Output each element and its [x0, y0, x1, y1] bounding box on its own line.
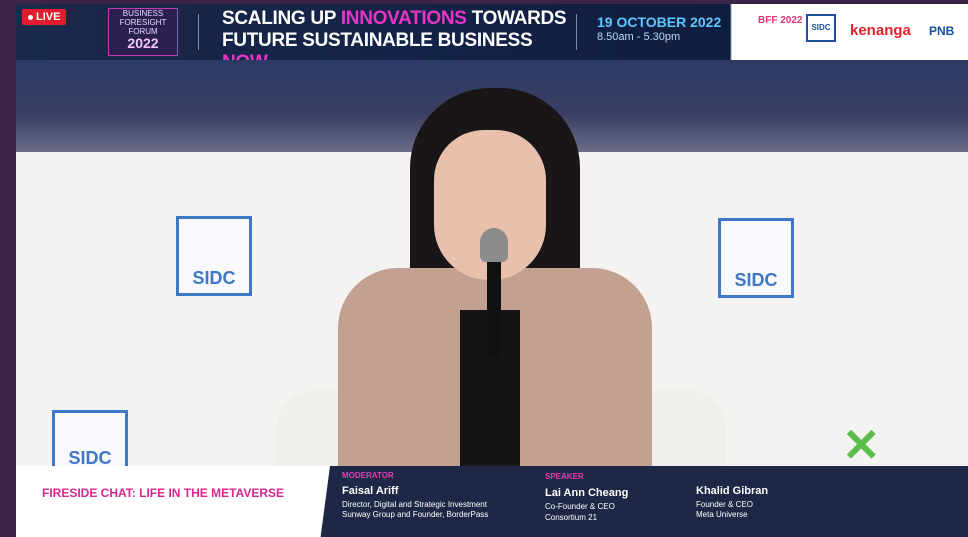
speaker2-title: Founder & CEO: [696, 500, 753, 509]
bff-x-mark: ✕: [842, 419, 881, 466]
speaker1-org: Consortium 21: [545, 513, 598, 522]
speaker1-name: Lai Ann Cheang: [545, 487, 629, 499]
backdrop-sidc-logo: SIDC: [52, 410, 128, 466]
backdrop-sidc-logo: SIDC: [718, 218, 794, 298]
moderator-name: Faisal Ariff: [342, 485, 399, 497]
event-date: 19 OCTOBER 2022: [597, 14, 722, 30]
moderator-org: Sunway Group and Founder, BorderPass: [342, 510, 489, 519]
video-feed[interactable]: SIDC SIDC SIDC ✕: [16, 60, 968, 466]
backdrop-sidc-logo: SIDC: [176, 216, 252, 296]
live-dot-icon: [28, 14, 33, 20]
banner-divider: [198, 14, 199, 50]
moderator-role: MODERATOR: [342, 471, 394, 480]
speaker1-title: Co-Founder & CEO: [545, 502, 615, 511]
sponsor-bff-logo: BFF 2022: [758, 15, 803, 26]
session-title-box: [16, 466, 330, 537]
event-time: 8.50am - 5.30pm: [597, 31, 681, 43]
banner-divider: [576, 14, 577, 50]
sponsor-pnb-logo: PNB: [929, 24, 955, 38]
speaker2-org: Meta Universe: [696, 510, 748, 519]
session-title: FIRESIDE CHAT: LIFE IN THE METAVERSE: [42, 486, 285, 500]
live-badge: LIVE: [22, 9, 67, 25]
speaker2-name: Khalid Gibran: [696, 485, 769, 497]
speaker-role: SPEAKER: [545, 472, 584, 481]
sponsor-kenanga-logo: kenanga: [850, 22, 911, 39]
forum-logo: BUSINESS FORESIGHT FORUM 2022: [108, 8, 178, 56]
sponsor-sidc-logo: SIDC: [806, 14, 836, 42]
microphone-icon: [480, 228, 508, 358]
moderator-title: Director, Digital and Strategic Investme…: [342, 500, 487, 509]
